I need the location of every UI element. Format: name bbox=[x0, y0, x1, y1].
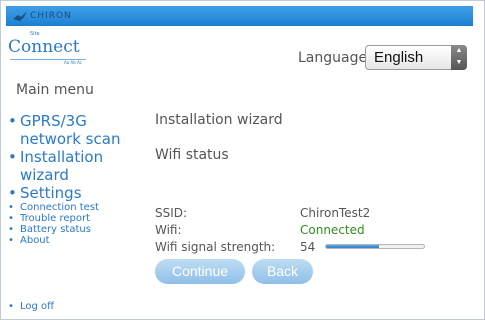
continue-button[interactable]: Continue bbox=[155, 259, 245, 284]
menu-title: Main menu bbox=[16, 82, 94, 98]
menu-item-battery-status[interactable]: • Battery status bbox=[8, 224, 148, 235]
menu-item-label: GPRS/3G network scan bbox=[20, 112, 121, 148]
language-select[interactable]: English ▲ ▼ bbox=[365, 45, 467, 70]
menu-item-label: Settings bbox=[20, 184, 82, 202]
ssid-label: SSID: bbox=[155, 206, 188, 220]
select-arrows-icon: ▲ ▼ bbox=[451, 45, 467, 70]
bullet-icon: • bbox=[8, 112, 17, 130]
signal-value: 54 bbox=[300, 240, 316, 254]
brand-text: CHIRON bbox=[30, 11, 72, 21]
back-button[interactable]: Back bbox=[252, 259, 313, 284]
connect-logo-text: Connect bbox=[8, 37, 80, 57]
language-selected-value: English bbox=[374, 49, 424, 66]
chiron-emblem-icon bbox=[13, 11, 27, 21]
bullet-icon: • bbox=[8, 301, 14, 312]
main-menu: • GPRS/3G network scan • Installation wi… bbox=[8, 112, 148, 312]
top-bar: CHIRON bbox=[6, 6, 473, 26]
menu-item-label: Trouble report bbox=[20, 213, 90, 224]
bullet-icon: • bbox=[8, 213, 14, 224]
menu-item-label: About bbox=[20, 235, 50, 246]
language-label: Language: bbox=[298, 50, 372, 66]
menu-item-connection-test[interactable]: • Connection test bbox=[8, 202, 148, 213]
connect-logo-tagline: Aa Ab Ac bbox=[64, 60, 82, 65]
bullet-icon: • bbox=[8, 224, 14, 235]
wifi-row: Wifi: Connected bbox=[155, 223, 365, 237]
signal-row: Wifi signal strength: 54 bbox=[155, 240, 425, 254]
chiron-logo: CHIRON bbox=[12, 9, 72, 23]
bullet-icon: • bbox=[8, 184, 17, 202]
ssid-value: ChironTest2 bbox=[300, 206, 371, 220]
wifi-label: Wifi: bbox=[155, 223, 182, 237]
connect-logo: Site Connect Aa Ab Ac bbox=[8, 31, 118, 69]
menu-item-trouble-report[interactable]: • Trouble report bbox=[8, 213, 148, 224]
signal-label: Wifi signal strength: bbox=[155, 240, 276, 254]
ssid-row: SSID: ChironTest2 bbox=[155, 206, 370, 220]
menu-item-installation-wizard[interactable]: • Installation wizard bbox=[8, 148, 148, 184]
section-title: Wifi status bbox=[155, 147, 229, 163]
page-title: Installation wizard bbox=[155, 112, 283, 128]
menu-item-about[interactable]: • About bbox=[8, 235, 148, 246]
signal-strength-bar bbox=[325, 244, 425, 249]
menu-item-label: Installation wizard bbox=[20, 148, 104, 184]
menu-item-settings[interactable]: • Settings bbox=[8, 184, 148, 202]
menu-item-label: Log off bbox=[20, 301, 55, 312]
menu-item-label: Connection test bbox=[20, 202, 99, 213]
signal-strength-fill bbox=[326, 245, 379, 248]
wifi-status-value: Connected bbox=[300, 223, 365, 237]
bullet-icon: • bbox=[8, 202, 14, 213]
menu-item-label: Battery status bbox=[20, 224, 91, 235]
bullet-icon: • bbox=[8, 148, 17, 166]
bullet-icon: • bbox=[8, 235, 14, 246]
menu-item-log-off[interactable]: • Log off bbox=[8, 301, 54, 312]
menu-item-gprs-scan[interactable]: • GPRS/3G network scan bbox=[8, 112, 148, 148]
